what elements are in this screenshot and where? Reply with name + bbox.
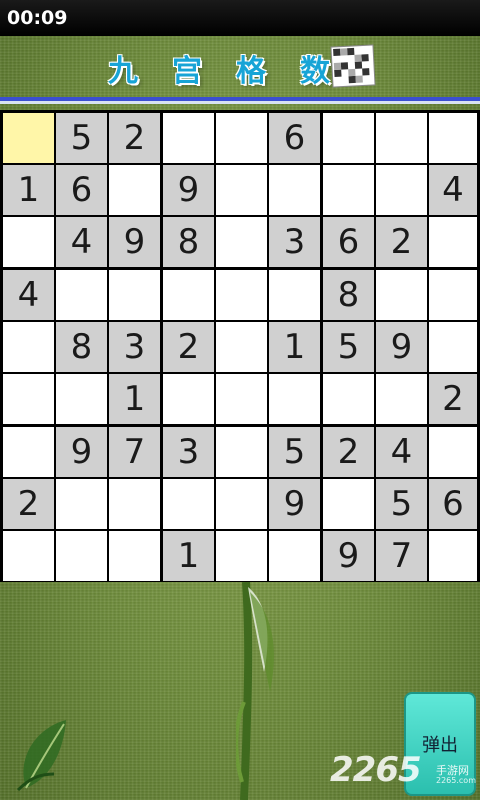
sudoku-cell-r9-c2[interactable]: [56, 531, 107, 581]
sudoku-cell-r7-c9[interactable]: [429, 427, 477, 477]
status-bar: 00:09: [0, 0, 480, 36]
watermark-number: 2265: [330, 750, 422, 790]
sudoku-cell-r6-c8[interactable]: [376, 374, 427, 424]
sudoku-cell-r8-c5[interactable]: [216, 479, 267, 529]
sudoku-cell-r2-c6[interactable]: [269, 165, 320, 215]
status-time: 00:09: [7, 7, 68, 29]
sudoku-cell-r5-c3[interactable]: 3: [109, 322, 160, 372]
title-char: 九: [108, 54, 138, 89]
sudoku-cell-r6-c4[interactable]: [163, 374, 214, 424]
sudoku-cell-r6-c9[interactable]: 2: [429, 374, 477, 424]
sudoku-cell-r7-c8[interactable]: 4: [376, 427, 427, 477]
sudoku-cell-r5-c5[interactable]: [216, 322, 267, 372]
sudoku-cell-r3-c6[interactable]: 3: [269, 217, 320, 267]
sudoku-cell-r3-c9[interactable]: [429, 217, 477, 267]
sudoku-cell-r6-c5[interactable]: [216, 374, 267, 424]
sudoku-cell-r6-c6[interactable]: [269, 374, 320, 424]
sudoku-cell-r3-c2[interactable]: 4: [56, 217, 107, 267]
sudoku-cell-r5-c9[interactable]: [429, 322, 477, 372]
sudoku-cell-r2-c9[interactable]: 4: [429, 165, 477, 215]
sudoku-cell-r7-c4[interactable]: 3: [163, 427, 214, 477]
sudoku-cell-r6-c3[interactable]: 1: [109, 374, 160, 424]
sudoku-board: 526169449836248832159129735242956197: [0, 110, 480, 582]
sudoku-cell-r4-c1[interactable]: 4: [3, 270, 54, 320]
sudoku-cell-r7-c1[interactable]: [3, 427, 54, 477]
sudoku-cell-r4-c5[interactable]: [216, 270, 267, 320]
sudoku-cell-r1-c2[interactable]: 5: [56, 113, 107, 163]
sudoku-cell-r6-c1[interactable]: [3, 374, 54, 424]
header-separator-highlight: [0, 101, 480, 104]
watermark-url: 2265.com: [436, 776, 476, 785]
sudoku-cell-r7-c7[interactable]: 2: [323, 427, 374, 477]
sudoku-cell-r1-c5[interactable]: [216, 113, 267, 163]
sudoku-cell-r5-c2[interactable]: 8: [56, 322, 107, 372]
sudoku-cell-r8-c2[interactable]: [56, 479, 107, 529]
sudoku-cell-r4-c3[interactable]: [109, 270, 160, 320]
sudoku-cell-r2-c3[interactable]: [109, 165, 160, 215]
sudoku-cell-r3-c8[interactable]: 2: [376, 217, 427, 267]
sudoku-cell-r6-c2[interactable]: [56, 374, 107, 424]
sudoku-cell-r4-c4[interactable]: [163, 270, 214, 320]
sudoku-cell-r8-c6[interactable]: 9: [269, 479, 320, 529]
sudoku-cell-r4-c8[interactable]: [376, 270, 427, 320]
sudoku-cell-r9-c7[interactable]: 9: [323, 531, 374, 581]
sudoku-cell-r7-c2[interactable]: 9: [56, 427, 107, 477]
sudoku-cell-r8-c4[interactable]: [163, 479, 214, 529]
watermark: 2265 手游网 2265.com: [330, 750, 480, 796]
sudoku-cell-r1-c1[interactable]: [3, 113, 54, 163]
sudoku-cell-r9-c5[interactable]: [216, 531, 267, 581]
sudoku-cell-r1-c8[interactable]: [376, 113, 427, 163]
sudoku-cell-r2-c4[interactable]: 9: [163, 165, 214, 215]
sudoku-cell-r9-c4[interactable]: 1: [163, 531, 214, 581]
sudoku-cell-r6-c7[interactable]: [323, 374, 374, 424]
sudoku-cell-r7-c6[interactable]: 5: [269, 427, 320, 477]
sudoku-cell-r8-c3[interactable]: [109, 479, 160, 529]
sudoku-cell-r8-c1[interactable]: 2: [3, 479, 54, 529]
sudoku-cell-r2-c2[interactable]: 6: [56, 165, 107, 215]
sudoku-cell-r1-c4[interactable]: [163, 113, 214, 163]
flower-stem-decoration: [236, 582, 274, 800]
sudoku-cell-r8-c7[interactable]: [323, 479, 374, 529]
sudoku-cell-r9-c6[interactable]: [269, 531, 320, 581]
sudoku-cell-r7-c3[interactable]: 7: [109, 427, 160, 477]
sudoku-cell-r3-c4[interactable]: 8: [163, 217, 214, 267]
sudoku-cell-r5-c8[interactable]: 9: [376, 322, 427, 372]
sudoku-cell-r5-c7[interactable]: 5: [323, 322, 374, 372]
sudoku-cell-r4-c9[interactable]: [429, 270, 477, 320]
sudoku-cell-r9-c1[interactable]: [3, 531, 54, 581]
sudoku-cell-r7-c5[interactable]: [216, 427, 267, 477]
sudoku-cell-r8-c9[interactable]: 6: [429, 479, 477, 529]
sudoku-cell-r1-c7[interactable]: [323, 113, 374, 163]
sudoku-cell-r4-c7[interactable]: 8: [323, 270, 374, 320]
sudoku-cell-r2-c8[interactable]: [376, 165, 427, 215]
sudoku-cell-r4-c2[interactable]: [56, 270, 107, 320]
sudoku-cell-r2-c5[interactable]: [216, 165, 267, 215]
sudoku-cell-r5-c1[interactable]: [3, 322, 54, 372]
sudoku-cell-r2-c1[interactable]: 1: [3, 165, 54, 215]
sudoku-cell-r9-c3[interactable]: [109, 531, 160, 581]
sudoku-cell-r2-c7[interactable]: [323, 165, 374, 215]
sudoku-cell-r5-c6[interactable]: 1: [269, 322, 320, 372]
game-title: 九 宫 格 数: [0, 44, 480, 94]
title-char: 宫: [172, 54, 202, 89]
title-text: 九 宫 格 数: [100, 46, 338, 90]
sudoku-cell-r8-c8[interactable]: 5: [376, 479, 427, 529]
sudoku-grid-icon: [330, 44, 376, 88]
title-char: 格: [236, 54, 266, 89]
sudoku-cell-r1-c3[interactable]: 2: [109, 113, 160, 163]
sudoku-cell-r3-c7[interactable]: 6: [323, 217, 374, 267]
sudoku-cell-r1-c6[interactable]: 6: [269, 113, 320, 163]
sudoku-cell-r3-c1[interactable]: [3, 217, 54, 267]
leaf-decoration: [16, 720, 66, 792]
sudoku-cell-r5-c4[interactable]: 2: [163, 322, 214, 372]
sudoku-cell-r9-c9[interactable]: [429, 531, 477, 581]
sudoku-cell-r1-c9[interactable]: [429, 113, 477, 163]
sudoku-cell-r3-c5[interactable]: [216, 217, 267, 267]
sudoku-cell-r3-c3[interactable]: 9: [109, 217, 160, 267]
sudoku-cell-r4-c6[interactable]: [269, 270, 320, 320]
sudoku-cell-r9-c8[interactable]: 7: [376, 531, 427, 581]
